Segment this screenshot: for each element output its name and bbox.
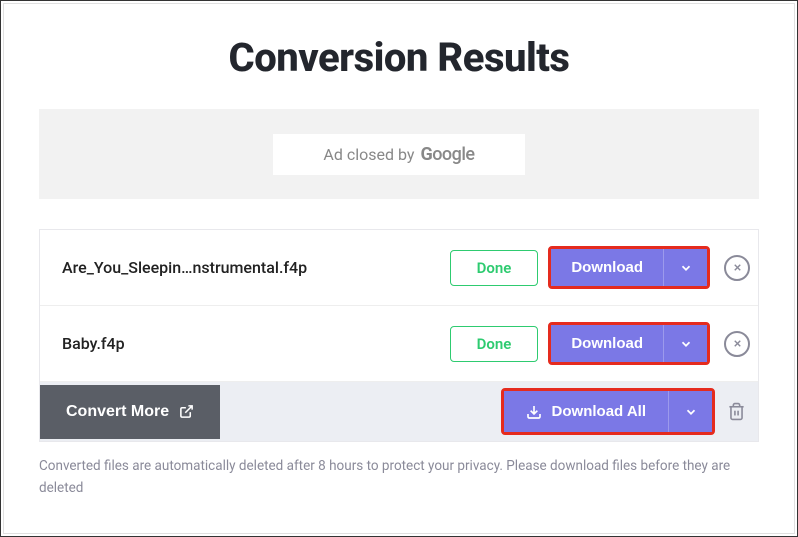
- filename: Are_You_Sleepin…nstrumental.f4p: [62, 258, 440, 277]
- download-all-label: Download All: [552, 403, 646, 420]
- trash-icon: [727, 402, 746, 421]
- download-group: Download: [548, 322, 710, 365]
- filename: Baby.f4p: [62, 334, 440, 353]
- convert-more-label: Convert More: [66, 403, 169, 421]
- download-button[interactable]: Download: [551, 325, 663, 362]
- file-row: Are_You_Sleepin…nstrumental.f4p Done Dow…: [40, 230, 758, 306]
- status-badge: Done: [450, 250, 539, 286]
- page-title: Conversion Results: [4, 34, 794, 81]
- chevron-down-icon: [679, 261, 693, 275]
- privacy-note: Converted files are automatically delete…: [39, 456, 759, 499]
- download-group: Download: [548, 246, 710, 289]
- convert-more-button[interactable]: Convert More: [40, 385, 220, 439]
- results-card: Are_You_Sleepin…nstrumental.f4p Done Dow…: [39, 229, 759, 442]
- download-all-options-button[interactable]: [668, 391, 712, 432]
- external-link-icon: [179, 404, 194, 419]
- file-row: Baby.f4p Done Download: [40, 306, 758, 382]
- close-icon: [732, 262, 743, 273]
- ad-closed-notice: Ad closed by Google: [273, 134, 524, 175]
- remove-file-button[interactable]: [724, 331, 750, 357]
- download-icon: [526, 404, 542, 420]
- download-options-button[interactable]: [663, 325, 707, 362]
- ad-text: Ad closed by: [323, 145, 414, 164]
- google-logo: Google: [420, 144, 474, 165]
- download-options-button[interactable]: [663, 249, 707, 286]
- status-badge: Done: [450, 326, 539, 362]
- chevron-down-icon: [684, 405, 698, 419]
- chevron-down-icon: [679, 337, 693, 351]
- download-all-button[interactable]: Download All: [504, 391, 668, 432]
- download-button[interactable]: Download: [551, 249, 663, 286]
- close-icon: [732, 338, 743, 349]
- delete-all-button[interactable]: [723, 394, 758, 429]
- footer-row: Convert More Download All: [40, 382, 758, 441]
- download-all-group: Download All: [501, 388, 715, 435]
- remove-file-button[interactable]: [724, 255, 750, 281]
- ad-banner: Ad closed by Google: [39, 109, 759, 199]
